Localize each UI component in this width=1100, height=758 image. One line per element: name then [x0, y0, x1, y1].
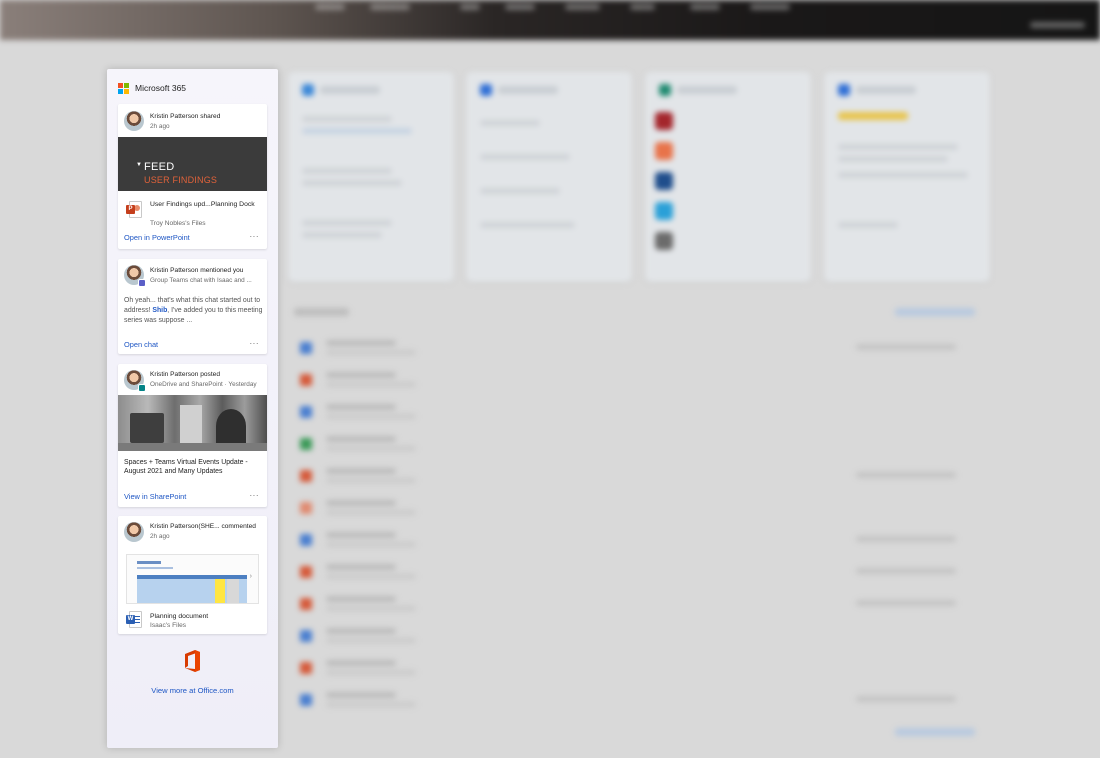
chevron-right-icon: ›: [249, 573, 252, 580]
more-options-icon[interactable]: ···: [250, 491, 260, 500]
avatar: [124, 370, 146, 392]
card-context: OneDrive and SharePoint · Yesterday: [150, 381, 257, 388]
bg-file-row: [296, 338, 986, 358]
bg-card-upcoming: [288, 72, 454, 282]
open-in-powerpoint-link[interactable]: Open in PowerPoint: [124, 233, 190, 242]
file-preview-thumbnail[interactable]: ▼ FEED USER FINDINGS: [118, 137, 267, 191]
post-title: Spaces + Teams Virtual Events Update - A…: [124, 459, 248, 475]
sharepoint-badge-icon: [138, 384, 146, 392]
card-actor: Kristin Patterson posted: [150, 371, 221, 378]
file-location: Troy Nobles's Files: [150, 220, 206, 227]
card-actor: Kristin Patterson(SHE... commented: [150, 523, 256, 530]
more-options-icon[interactable]: ···: [250, 339, 260, 348]
card-time: 2h ago: [150, 123, 170, 130]
view-more-link[interactable]: View more at Office.com: [107, 686, 278, 695]
bg-file-row: [296, 626, 986, 646]
preview-title: FEED: [144, 161, 175, 173]
bg-file-row: [296, 690, 986, 710]
avatar: [124, 111, 144, 131]
bg-recent-files-title: [294, 308, 349, 316]
card-time: 2h ago: [150, 533, 170, 540]
bg-file-row: [296, 402, 986, 422]
bg-more-link: [895, 728, 975, 736]
bg-file-row: [296, 658, 986, 678]
panel-title: Microsoft 365: [135, 83, 187, 93]
app-top-bar: [0, 0, 1100, 40]
feed-card-shared-file[interactable]: Kristin Patterson shared 2h ago ▼ FEED U…: [118, 104, 267, 249]
bg-more-link: [895, 308, 975, 316]
card-context: Group Teams chat with Isaac and ...: [150, 277, 252, 284]
bg-file-row: [296, 530, 986, 550]
message-preview: Oh yeah... that's what this chat started…: [124, 297, 263, 324]
teams-badge-icon: [138, 279, 146, 287]
feed-card-comment[interactable]: Kristin Patterson(SHE... commented 2h ag…: [118, 516, 267, 634]
microsoft-365-panel: Microsoft 365 Kristin Patterson shared 2…: [107, 69, 278, 748]
word-file-icon: W: [126, 611, 142, 628]
bg-file-row: [296, 498, 986, 518]
open-chat-link[interactable]: Open chat: [124, 340, 158, 349]
bg-file-row: [296, 594, 986, 614]
bg-file-row: [296, 434, 986, 454]
panel-header: Microsoft 365: [118, 81, 186, 95]
mention-name: Shib: [152, 307, 168, 314]
file-location: Isaac's Files: [150, 622, 187, 629]
triangle-icon: ▼: [136, 162, 142, 168]
document-preview-thumbnail[interactable]: ›: [126, 554, 259, 604]
bg-card-todo: [466, 72, 632, 282]
more-options-icon[interactable]: ···: [250, 232, 260, 241]
bg-card-approvals: [824, 72, 990, 282]
office-logo-icon: [185, 650, 200, 672]
document-file-row[interactable]: W Planning document Isaac's Files: [118, 604, 267, 634]
avatar: [124, 522, 144, 542]
file-name: User Findings upd...Planning Dock: [150, 201, 255, 208]
feed-card-mention[interactable]: Kristin Patterson mentioned you Group Te…: [118, 259, 267, 354]
avatar: [124, 265, 146, 287]
powerpoint-file-icon: P: [126, 201, 142, 218]
post-image[interactable]: [118, 395, 267, 451]
bg-file-row: [296, 370, 986, 390]
card-actor: Kristin Patterson mentioned you: [150, 267, 244, 274]
card-actor: Kristin Patterson shared: [150, 113, 221, 120]
file-name: Planning document: [150, 613, 209, 620]
bg-file-row: [296, 562, 986, 582]
bg-card-sharepoint: [645, 72, 811, 282]
bg-file-row: [296, 466, 986, 486]
preview-subtitle: USER FINDINGS: [144, 175, 218, 185]
microsoft-logo-icon: [118, 82, 129, 94]
feed-card-post[interactable]: Kristin Patterson posted OneDrive and Sh…: [118, 364, 267, 507]
view-in-sharepoint-link[interactable]: View in SharePoint: [124, 492, 186, 501]
